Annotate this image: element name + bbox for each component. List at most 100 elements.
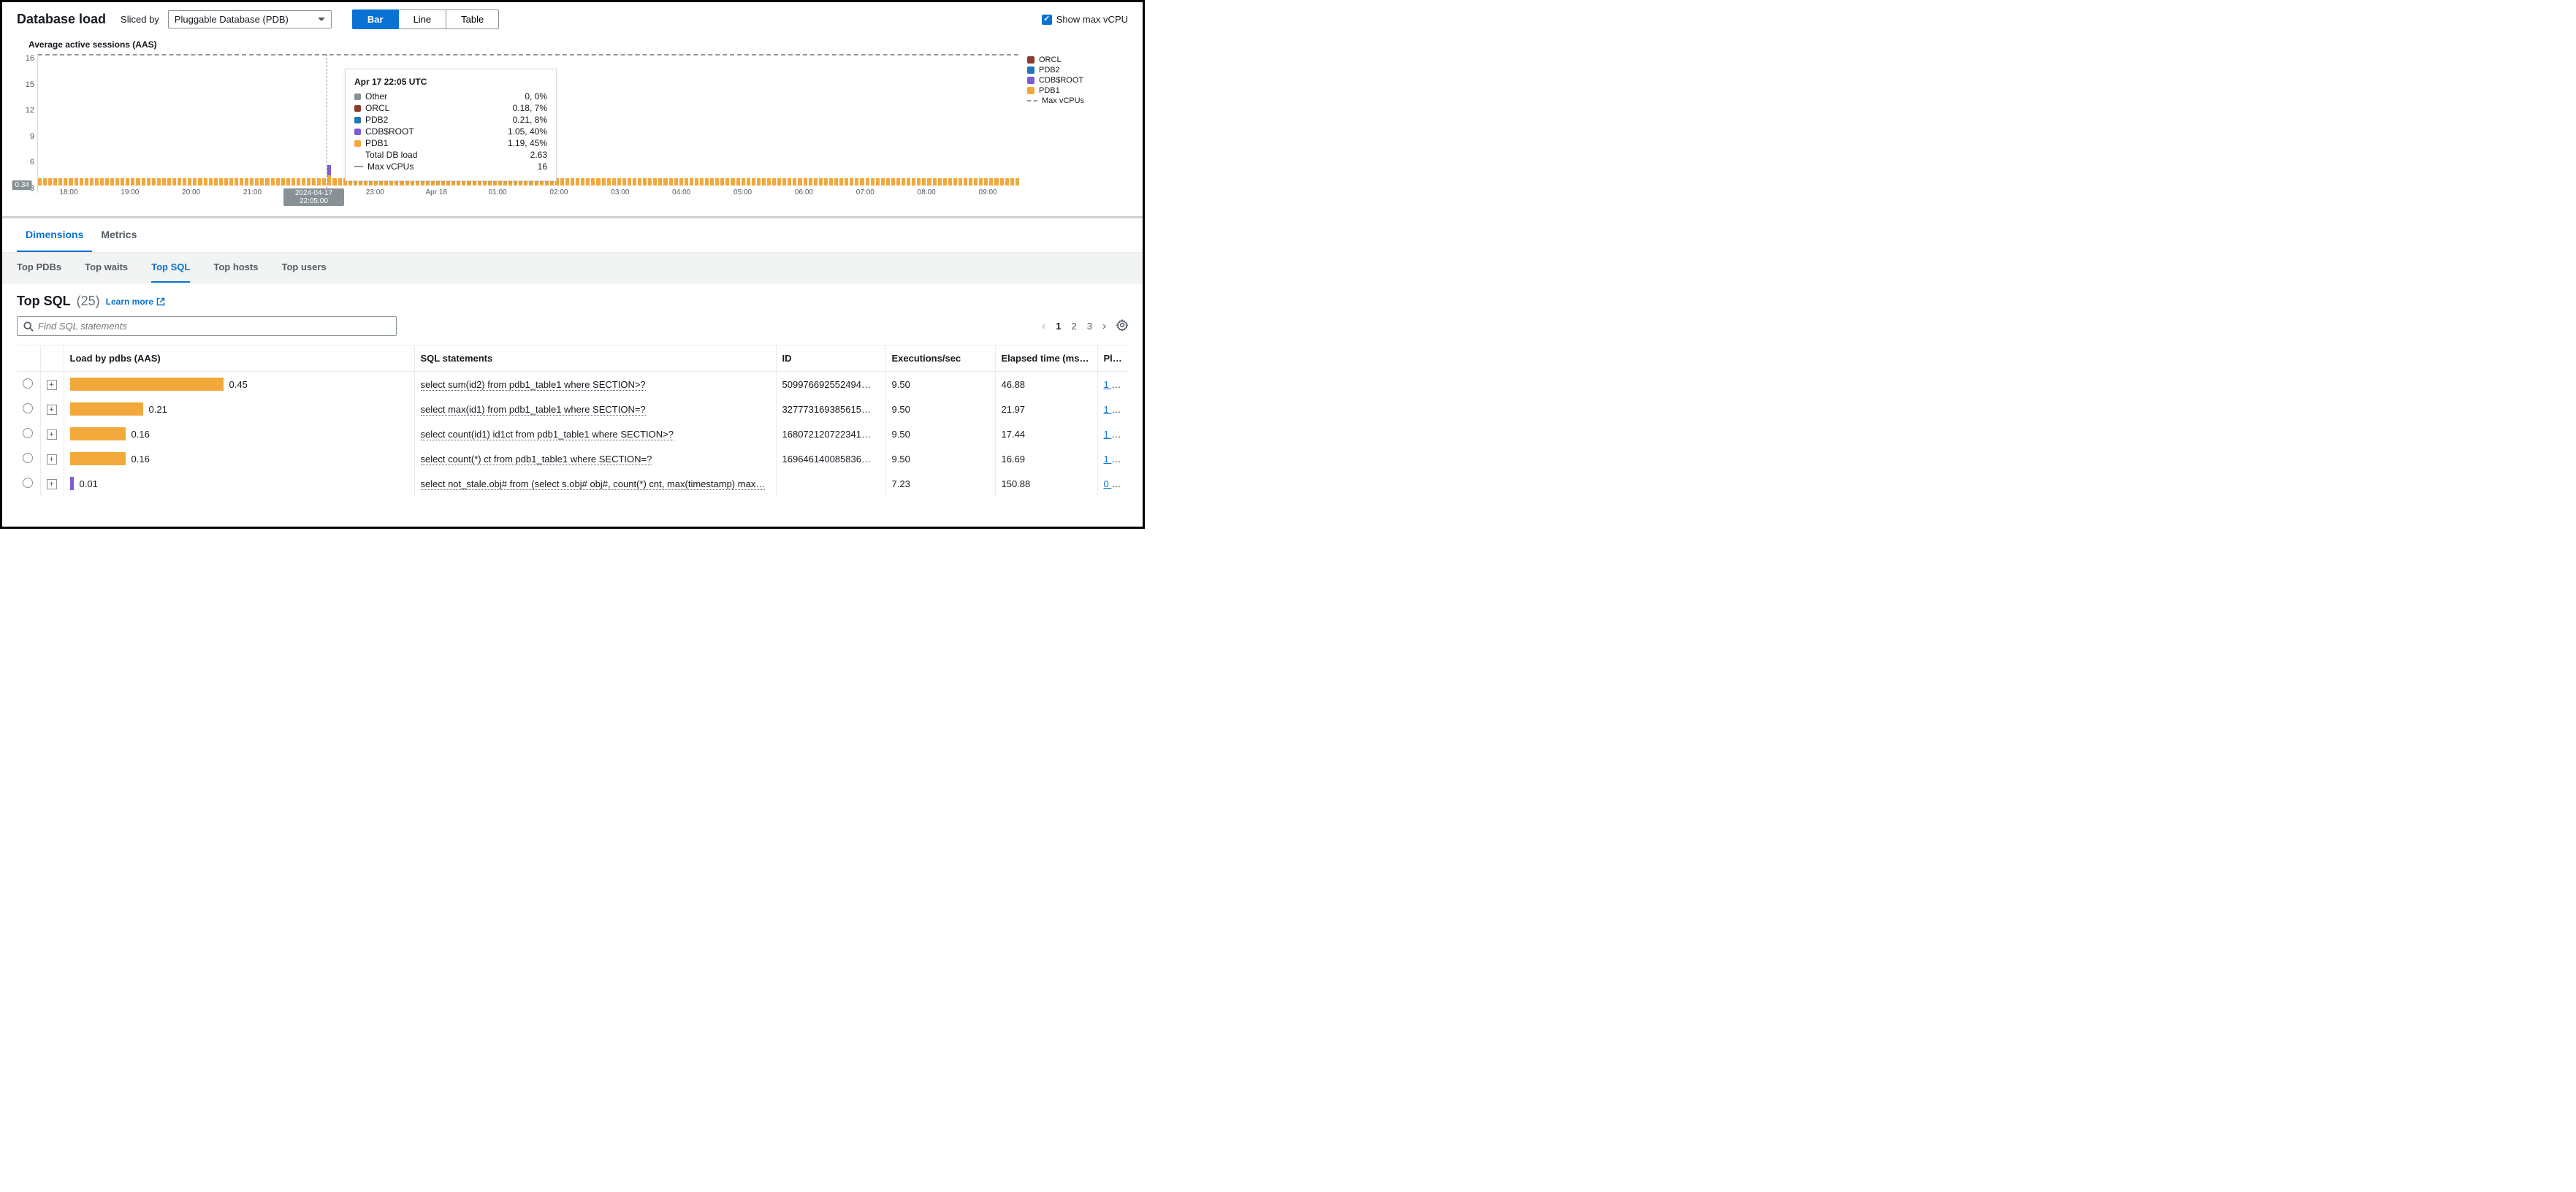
chart-bar[interactable] [612,178,616,186]
chart-bar[interactable] [80,178,83,186]
expand-icon[interactable]: + [47,479,57,489]
chart-bar[interactable] [927,178,931,186]
chart-bar[interactable] [674,178,678,186]
subtab-top-waits[interactable]: Top waits [85,253,128,283]
learn-more-link[interactable]: Learn more [106,297,165,307]
chart-bar[interactable] [115,178,119,186]
chart-bar[interactable] [172,178,176,186]
chart-bar[interactable] [235,178,238,186]
chart-bar[interactable] [669,178,673,186]
chart-bar[interactable] [43,178,47,186]
chart-bar[interactable] [617,178,621,186]
col-sql[interactable]: SQL statements [414,345,776,372]
chart-bar[interactable] [327,165,331,186]
plans-link[interactable]: 0 pla [1104,478,1124,489]
chart-bar[interactable] [845,178,848,186]
col-exec[interactable]: Executions/sec [885,345,995,372]
plans-link[interactable]: 1 pla [1104,379,1124,390]
chart-bar[interactable] [767,178,771,186]
chart-bar[interactable] [855,178,858,186]
chart-bar[interactable] [100,178,104,186]
chart-bar[interactable] [871,178,874,186]
chart-bar[interactable] [245,178,248,186]
chart-bar[interactable] [255,178,259,186]
chart-bar[interactable] [209,178,213,186]
chart-bar[interactable] [53,178,57,186]
plans-link[interactable]: 1 pla [1104,429,1124,440]
chart-bar[interactable] [302,178,305,186]
chart-bar[interactable] [705,178,709,186]
chart-bar[interactable] [271,178,275,186]
chart-bar[interactable] [886,178,890,186]
chart-bar[interactable] [725,178,729,186]
row-radio[interactable] [23,428,33,438]
chart-bar[interactable] [622,178,626,186]
chart-bar[interactable] [663,178,667,186]
chart-bar[interactable] [105,178,109,186]
plans-link[interactable]: 1 pla [1104,454,1124,465]
chart-bar[interactable] [824,178,828,186]
chart-bar[interactable] [953,178,957,186]
col-plans[interactable]: Plans [1097,345,1128,372]
chart-bar[interactable] [866,178,869,186]
chart-bar[interactable] [297,178,300,186]
chart-bar[interactable] [581,178,584,186]
chart-bar[interactable] [974,178,978,186]
chart-bar[interactable] [798,178,801,186]
chart-bar[interactable] [643,178,647,186]
chart-bar[interactable] [658,178,662,186]
chart-bar[interactable] [565,178,569,186]
chart-bar[interactable] [907,178,910,186]
chart-bar[interactable] [193,178,197,186]
chart-bar[interactable] [834,178,838,186]
chart-bar[interactable] [131,178,134,186]
view-line-button[interactable]: Line [399,9,447,29]
chart-bar[interactable] [720,178,724,186]
chart-bar[interactable] [338,178,342,186]
chart-bar[interactable] [902,178,905,186]
chart-bar[interactable] [742,178,745,186]
chart-plot[interactable]: 0.34 Apr 17 22:05 UTC Other0, 0%ORCL0.18… [37,54,1018,193]
chart-bar[interactable] [648,178,652,186]
chart-bar[interactable] [695,178,698,186]
legend-item[interactable]: PDB2 [1027,66,1128,74]
chart-bar[interactable] [633,178,636,186]
chart-bar[interactable] [38,178,42,186]
chart-bar[interactable] [591,178,595,186]
sql-statement[interactable]: select count(id1) id1ct from pdb1_table1… [421,429,674,440]
chart-bar[interactable] [819,178,823,186]
chart-bar[interactable] [850,178,853,186]
chart-bar[interactable] [307,178,310,186]
view-bar-button[interactable]: Bar [352,9,399,29]
chart-bar[interactable] [58,178,62,186]
legend-item[interactable]: ORCL [1027,56,1128,64]
chart-bar[interactable] [198,178,202,186]
chart-bar[interactable] [757,178,761,186]
chart-bar[interactable] [332,178,336,186]
chart-bar[interactable] [85,178,88,186]
chart-bar[interactable] [1000,178,1004,186]
subtab-top-pdbs[interactable]: Top PDBs [17,253,61,283]
chart-bar[interactable] [586,178,590,186]
chart-bar[interactable] [891,178,895,186]
show-max-vcpu-checkbox[interactable]: Show max vCPU [1042,14,1128,25]
chart-bar[interactable] [291,178,295,186]
chart-bar[interactable] [777,178,781,186]
chart-bar[interactable] [772,178,776,186]
view-table-button[interactable]: Table [446,9,499,29]
chart-bar[interactable] [700,178,704,186]
chart-bar[interactable] [240,178,243,186]
chart-bar[interactable] [1010,178,1014,186]
chart-bar[interactable] [829,178,833,186]
chart-bar[interactable] [142,178,145,186]
chart-bar[interactable] [95,178,99,186]
chart-bar[interactable] [710,178,714,186]
chart-bar[interactable] [959,178,962,186]
chart-bar[interactable] [715,178,719,186]
search-input[interactable] [38,321,390,332]
chart-bar[interactable] [922,178,926,186]
chart-bar[interactable] [188,178,191,186]
chart-bar[interactable] [1015,178,1019,186]
col-elapsed[interactable]: Elapsed time (ms)/... [995,345,1097,372]
chart-bar[interactable] [969,178,972,186]
